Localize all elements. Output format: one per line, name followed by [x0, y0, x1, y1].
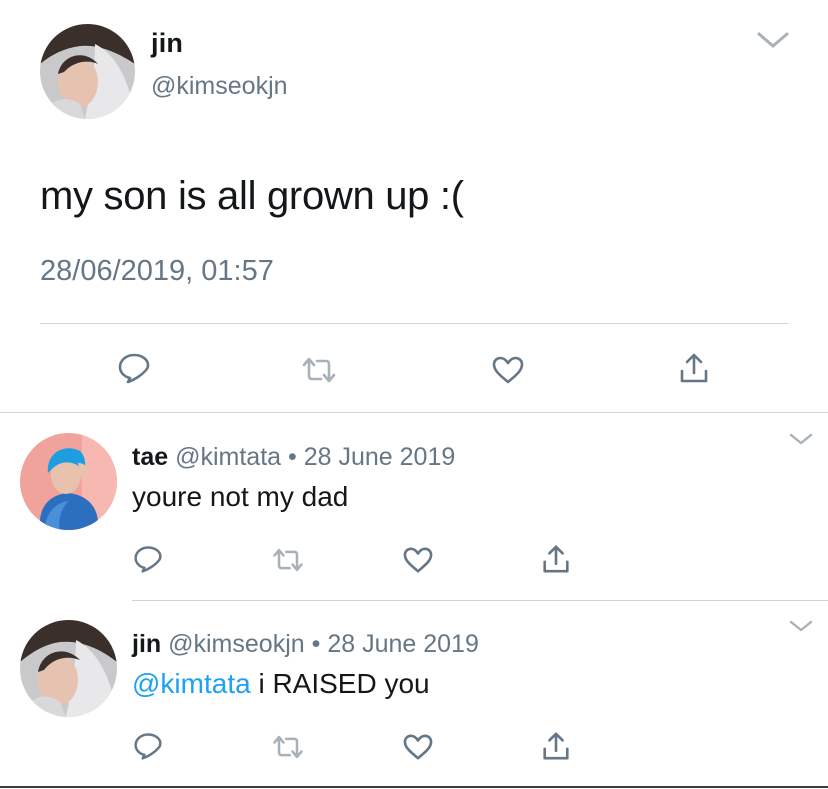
reply-2-date[interactable]: 28 June 2019	[327, 630, 479, 658]
reply-1-author-handle[interactable]: @kimtata	[175, 443, 281, 471]
reply-2-author-name[interactable]: jin	[132, 630, 161, 658]
reply-1-author-avatar[interactable]	[20, 433, 117, 530]
share-icon[interactable]	[672, 348, 716, 388]
reply-icon[interactable]	[128, 540, 168, 578]
reply-1-body: youre not my dad	[132, 481, 349, 512]
thread-divider-2	[132, 600, 828, 601]
share-icon[interactable]	[536, 540, 576, 578]
reply-2-text: @kimtata i RAISED you	[132, 668, 430, 700]
retweet-icon[interactable]	[266, 729, 310, 765]
main-tweet-text: my son is all grown up :(	[40, 174, 464, 218]
retweet-icon[interactable]	[296, 350, 342, 390]
reply-1-chevron-down-icon[interactable]	[786, 430, 816, 448]
reply-1-author-name[interactable]: tae	[132, 443, 168, 471]
reply-2-chevron-down-icon[interactable]	[786, 617, 816, 635]
reply-2-separator: •	[311, 630, 321, 658]
reply-2-author-handle[interactable]: @kimseokjn	[168, 630, 305, 658]
like-icon[interactable]	[398, 542, 438, 578]
reply-icon[interactable]	[128, 727, 168, 765]
reply-2-header: jin @kimseokjn • 28 June 2019	[132, 630, 479, 659]
reply-1-separator: •	[288, 443, 297, 471]
main-author-name[interactable]: jin	[151, 28, 183, 59]
thread-divider-3	[0, 786, 828, 788]
reply-2-mention[interactable]: @kimtata	[132, 668, 251, 699]
main-tweet-divider	[40, 323, 788, 324]
reply-2-body: i RAISED you	[250, 668, 430, 699]
main-author-avatar[interactable]	[40, 24, 135, 119]
like-icon[interactable]	[398, 729, 438, 765]
thread-divider-1	[0, 412, 828, 413]
reply-icon[interactable]	[112, 348, 156, 388]
main-tweet-timestamp[interactable]: 28/06/2019, 01:57	[40, 255, 274, 288]
share-icon[interactable]	[536, 727, 576, 765]
tweet-menu-chevron-down-icon[interactable]	[756, 30, 790, 50]
reply-1-header: tae @kimtata • 28 June 2019	[132, 443, 455, 472]
main-author-handle[interactable]: @kimseokjn	[151, 72, 288, 101]
reply-1-date[interactable]: 28 June 2019	[304, 443, 456, 471]
reply-2-author-avatar[interactable]	[20, 620, 117, 717]
retweet-icon[interactable]	[266, 542, 310, 578]
reply-1-text: youre not my dad	[132, 481, 348, 513]
like-icon[interactable]	[486, 350, 530, 390]
